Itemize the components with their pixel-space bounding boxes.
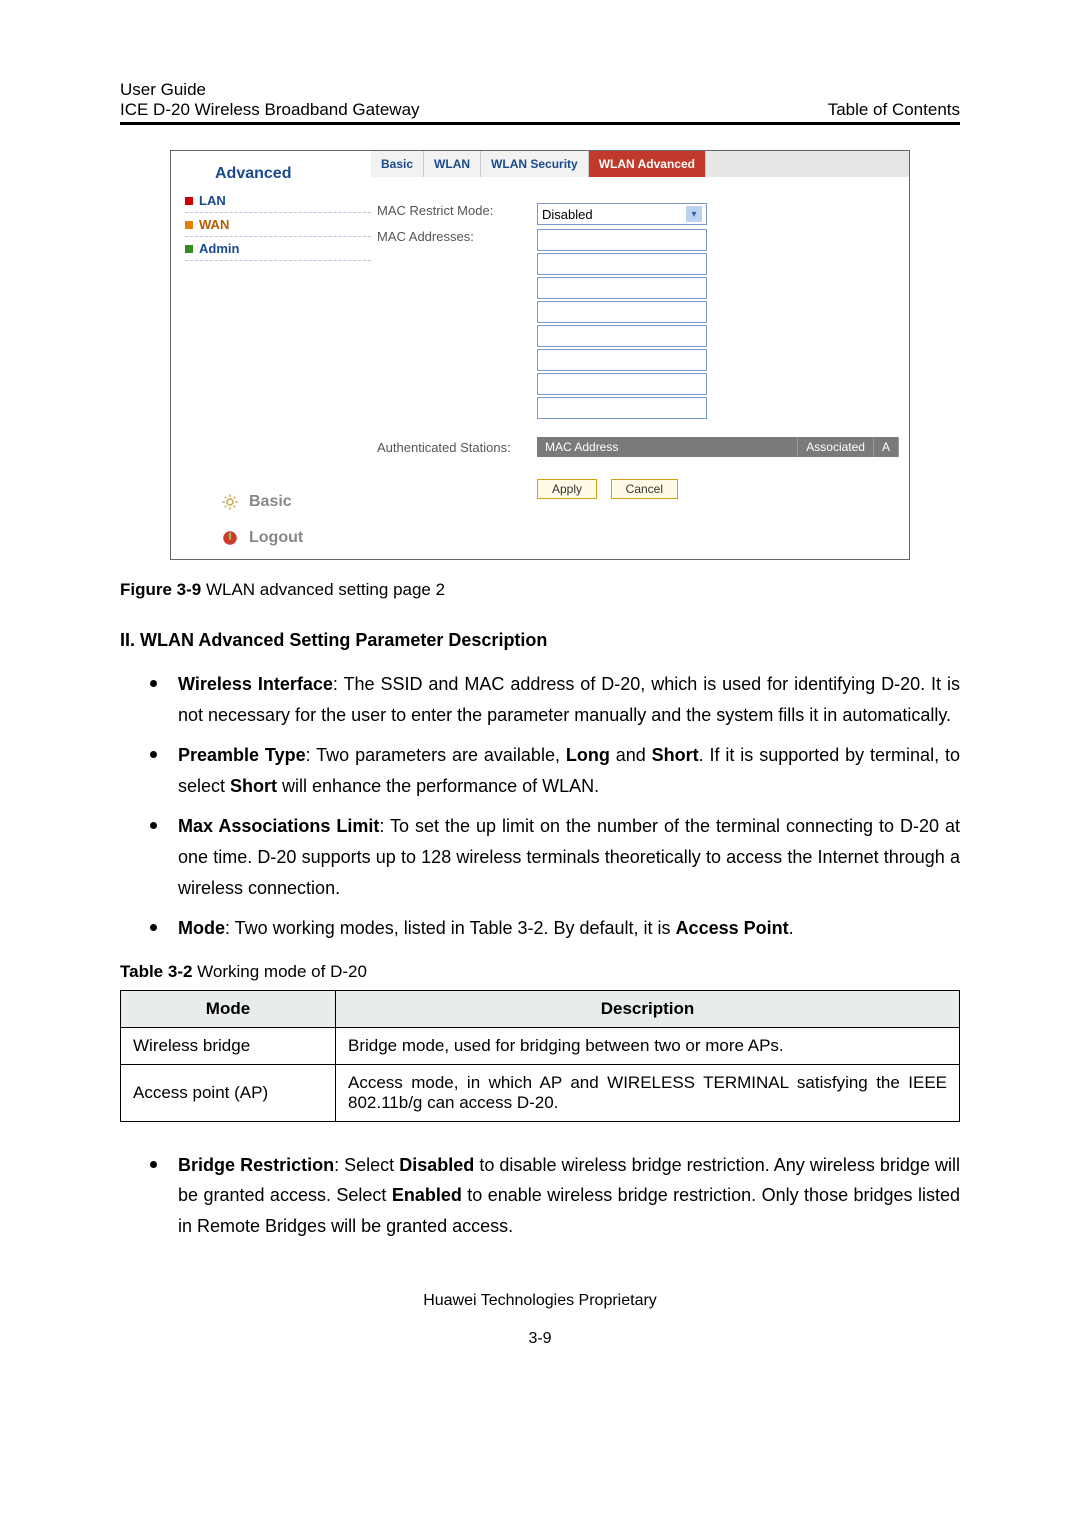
- figure-caption-prefix: Figure 3-9: [120, 580, 206, 599]
- table-caption-prefix: Table 3-2: [120, 962, 197, 981]
- list-item: Preamble Type: Two parameters are availa…: [150, 740, 960, 801]
- mac-restrict-value: Disabled: [542, 207, 593, 222]
- mac-address-input[interactable]: [537, 301, 707, 323]
- list-item: Wireless Interface: The SSID and MAC add…: [150, 669, 960, 730]
- list-item: Mode: Two working modes, listed in Table…: [150, 913, 960, 944]
- header-line1: User Guide: [120, 80, 420, 100]
- table-caption: Table 3-2 Working mode of D-20: [120, 962, 960, 982]
- footer-company: Huawei Technologies Proprietary: [120, 1292, 960, 1310]
- mac-addresses-label: MAC Addresses:: [377, 229, 537, 244]
- tab-wlan-security[interactable]: WLAN Security: [481, 151, 589, 177]
- figure-caption-text: WLAN advanced setting page 2: [206, 580, 445, 599]
- sidebar-item-label: WAN: [199, 217, 229, 232]
- table-header-mode: Mode: [121, 990, 336, 1027]
- table-cell: Bridge mode, used for bridging between t…: [336, 1027, 960, 1064]
- tabs-bar: Basic WLAN WLAN Security WLAN Advanced: [371, 151, 909, 177]
- chevron-down-icon: ▾: [686, 206, 702, 222]
- logout-icon: [221, 529, 239, 547]
- table-cell: Access mode, in which AP and WIRELESS TE…: [336, 1064, 960, 1121]
- table-header-row: Mode Description: [121, 990, 960, 1027]
- mac-address-input[interactable]: [537, 397, 707, 419]
- section-heading: II. WLAN Advanced Setting Parameter Desc…: [120, 630, 960, 651]
- figure-wrapper: Advanced Basic WLAN WLAN Security WLAN A…: [120, 150, 960, 560]
- page-header: User Guide ICE D-20 Wireless Broadband G…: [120, 80, 960, 125]
- square-icon: [185, 197, 193, 205]
- screenshot: Advanced Basic WLAN WLAN Security WLAN A…: [170, 150, 910, 560]
- auth-col-a: A: [874, 437, 899, 457]
- mac-address-input[interactable]: [537, 325, 707, 347]
- working-mode-table: Mode Description Wireless bridge Bridge …: [120, 990, 960, 1122]
- basic-link[interactable]: Basic: [221, 493, 371, 511]
- tab-basic[interactable]: Basic: [371, 151, 424, 177]
- table-cell: Wireless bridge: [121, 1027, 336, 1064]
- mac-address-input[interactable]: [537, 277, 707, 299]
- page-footer: Huawei Technologies Proprietary 3-9: [120, 1292, 960, 1348]
- mac-restrict-select[interactable]: Disabled ▾: [537, 203, 707, 225]
- sidebar-title: Advanced: [185, 161, 371, 191]
- auth-col-associated: Associated: [798, 437, 874, 457]
- tab-wlan-advanced[interactable]: WLAN Advanced: [589, 151, 706, 177]
- tab-wlan[interactable]: WLAN: [424, 151, 481, 177]
- gear-icon: [221, 493, 239, 511]
- table-caption-text: Working mode of D-20: [197, 962, 367, 981]
- sidebar-item-label: Admin: [199, 241, 239, 256]
- table-row: Access point (AP) Access mode, in which …: [121, 1064, 960, 1121]
- header-line2: ICE D-20 Wireless Broadband Gateway: [120, 100, 420, 120]
- square-icon: [185, 221, 193, 229]
- table-header-desc: Description: [336, 990, 960, 1027]
- apply-button[interactable]: Apply: [537, 479, 597, 499]
- header-left: User Guide ICE D-20 Wireless Broadband G…: [120, 80, 420, 120]
- mac-address-input[interactable]: [537, 349, 707, 371]
- auth-col-mac: MAC Address: [537, 437, 798, 457]
- table-cell: Access point (AP): [121, 1064, 336, 1121]
- figure-caption: Figure 3-9 WLAN advanced setting page 2: [120, 580, 960, 600]
- table-row: Wireless bridge Bridge mode, used for br…: [121, 1027, 960, 1064]
- mac-restrict-label: MAC Restrict Mode:: [377, 203, 537, 218]
- bullet-list-2: Bridge Restriction: Select Disabled to d…: [120, 1150, 960, 1242]
- list-item: Max Associations Limit: To set the up li…: [150, 811, 960, 903]
- header-right: Table of Contents: [828, 100, 960, 120]
- auth-stations-header: MAC Address Associated A: [537, 437, 899, 457]
- bullet-list-1: Wireless Interface: The SSID and MAC add…: [120, 669, 960, 944]
- logout-link-label: Logout: [249, 529, 303, 547]
- cancel-button[interactable]: Cancel: [611, 479, 678, 499]
- mac-address-input[interactable]: [537, 229, 707, 251]
- logout-link[interactable]: Logout: [221, 529, 371, 547]
- sidebar-item-wan[interactable]: WAN: [185, 213, 371, 237]
- square-icon: [185, 245, 193, 253]
- mac-address-input[interactable]: [537, 373, 707, 395]
- mac-address-input[interactable]: [537, 253, 707, 275]
- sidebar-item-lan[interactable]: LAN: [185, 189, 371, 213]
- sidebar-item-label: LAN: [199, 193, 226, 208]
- footer-page-number: 3-9: [120, 1330, 960, 1348]
- list-item: Bridge Restriction: Select Disabled to d…: [150, 1150, 960, 1242]
- sidebar-item-admin[interactable]: Admin: [185, 237, 371, 261]
- auth-stations-label: Authenticated Stations:: [377, 440, 537, 455]
- basic-link-label: Basic: [249, 493, 292, 511]
